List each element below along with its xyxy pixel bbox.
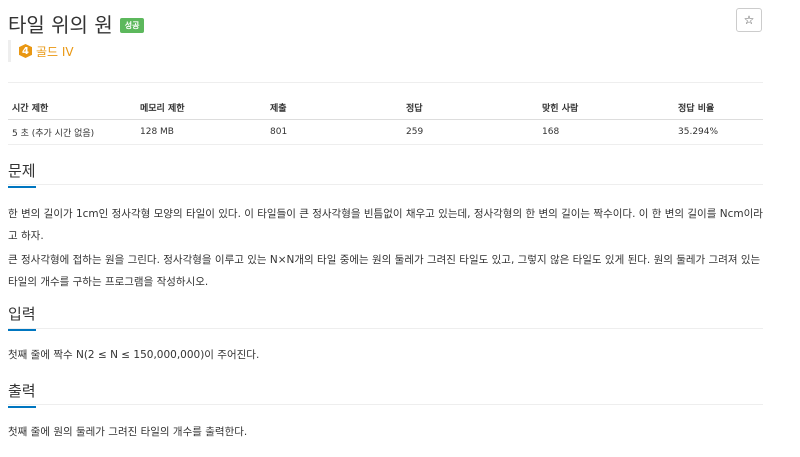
title-row: 타일 위의 원 성공 [8, 8, 145, 38]
cell-accepted[interactable]: 259 [402, 119, 538, 145]
result-badge: 성공 [119, 17, 145, 33]
table-header-row: 시간 제한 메모리 제한 제출 정답 맞힌 사람 정답 비율 [8, 95, 763, 120]
header-accepted: 정답 [402, 95, 538, 120]
problem-section-header: 문제 [8, 160, 763, 188]
input-heading: 입력 [8, 303, 36, 331]
star-button[interactable]: ☆ [736, 8, 762, 32]
output-section-header: 출력 [8, 380, 763, 408]
problem-paragraph-2: 큰 정사각형에 접하는 원을 그린다. 정사각형을 이루고 있는 N×N개의 타… [8, 254, 761, 288]
cell-submissions[interactable]: 801 [266, 119, 402, 145]
tier-label[interactable]: 골드 IV [36, 43, 74, 60]
cell-solvers[interactable]: 168 [538, 119, 674, 145]
section-rule [8, 184, 763, 185]
input-section-header: 입력 [8, 303, 763, 331]
divider [8, 82, 763, 83]
cell-memory-limit: 128 MB [136, 119, 266, 145]
header-solvers: 맞힌 사람 [538, 95, 674, 120]
header-submissions: 제출 [266, 95, 402, 120]
header-memory-limit: 메모리 제한 [136, 95, 266, 120]
page-title: 타일 위의 원 [8, 12, 113, 37]
table-row: 5 초 (추가 시간 없음) 128 MB 801 259 168 35.294… [8, 119, 763, 145]
section-rule [8, 328, 763, 329]
tier-row: 4 골드 IV [8, 40, 74, 62]
tier-icon: 4 [19, 44, 32, 58]
stats-table: 시간 제한 메모리 제한 제출 정답 맞힌 사람 정답 비율 5 초 (추가 시… [8, 95, 763, 145]
star-icon: ☆ [743, 13, 755, 27]
output-text: 첫째 줄에 원의 둘레가 그려진 타일의 개수를 출력한다. [8, 426, 248, 438]
header-ratio: 정답 비율 [674, 95, 763, 120]
header-time-limit: 시간 제한 [8, 95, 136, 120]
problem-paragraph-1: 한 변의 길이가 1cm인 정사각형 모양의 타일이 있다. 이 타일들이 큰 … [8, 208, 763, 242]
section-rule [8, 404, 763, 405]
input-text: 첫째 줄에 짝수 N(2 ≤ N ≤ 150,000,000)이 주어진다. [8, 349, 260, 361]
cell-time-limit: 5 초 (추가 시간 없음) [8, 119, 136, 145]
cell-ratio: 35.294% [674, 119, 763, 145]
